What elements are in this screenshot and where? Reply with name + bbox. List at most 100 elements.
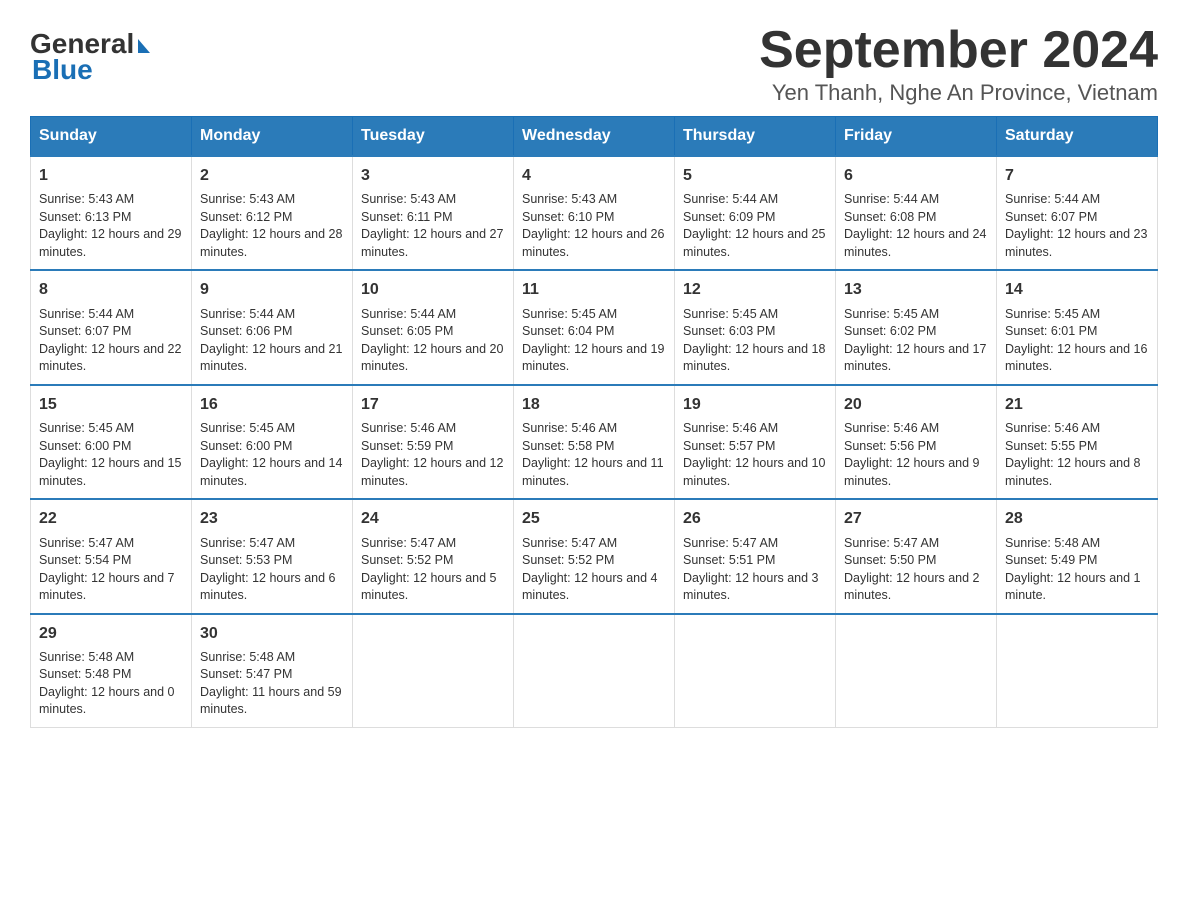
day-info: Sunrise: 5:44 AMSunset: 6:09 PMDaylight:…: [683, 191, 827, 261]
day-number: 16: [200, 394, 344, 416]
calendar-cell: 17Sunrise: 5:46 AMSunset: 5:59 PMDayligh…: [353, 385, 514, 499]
day-info: Sunrise: 5:47 AMSunset: 5:50 PMDaylight:…: [844, 535, 988, 605]
day-number: 23: [200, 508, 344, 530]
day-number: 14: [1005, 279, 1149, 301]
day-number: 12: [683, 279, 827, 301]
day-info: Sunrise: 5:44 AMSunset: 6:08 PMDaylight:…: [844, 191, 988, 261]
day-info: Sunrise: 5:44 AMSunset: 6:07 PMDaylight:…: [39, 306, 183, 376]
week-row-1: 1 Sunrise: 5:43 AMSunset: 6:13 PMDaylight…: [31, 156, 1158, 270]
day-info: Sunrise: 5:45 AMSunset: 6:04 PMDaylight:…: [522, 306, 666, 376]
day-info: Sunrise: 5:44 AMSunset: 6:05 PMDaylight:…: [361, 306, 505, 376]
day-number: 1: [39, 165, 183, 187]
calendar-cell: 9 Sunrise: 5:44 AMSunset: 6:06 PMDaylight…: [192, 270, 353, 384]
day-info: Sunrise: 5:46 AMSunset: 5:55 PMDaylight:…: [1005, 420, 1149, 490]
day-number: 15: [39, 394, 183, 416]
day-number: 27: [844, 508, 988, 530]
day-info: Sunrise: 5:45 AMSunset: 6:02 PMDaylight:…: [844, 306, 988, 376]
day-info: Sunrise: 5:44 AMSunset: 6:06 PMDaylight:…: [200, 306, 344, 376]
day-header-tuesday: Tuesday: [353, 117, 514, 157]
calendar-cell: 24 Sunrise: 5:47 AMSunset: 5:52 PMDayligh…: [353, 499, 514, 613]
day-info: Sunrise: 5:45 AMSunset: 6:03 PMDaylight:…: [683, 306, 827, 376]
day-info: Sunrise: 5:47 AMSunset: 5:51 PMDaylight:…: [683, 535, 827, 605]
calendar-cell: 18 Sunrise: 5:46 AMSunset: 5:58 PMDayligh…: [514, 385, 675, 499]
day-number: 6: [844, 165, 988, 187]
logo-blue-text: Blue: [30, 54, 93, 86]
calendar-cell: 7Sunrise: 5:44 AMSunset: 6:07 PMDaylight…: [997, 156, 1158, 270]
calendar-cell: 13 Sunrise: 5:45 AMSunset: 6:02 PMDayligh…: [836, 270, 997, 384]
title-area: September 2024 Yen Thanh, Nghe An Provin…: [759, 20, 1158, 106]
day-info: Sunrise: 5:46 AMSunset: 5:58 PMDaylight:…: [522, 420, 666, 490]
calendar-cell: 20Sunrise: 5:46 AMSunset: 5:56 PMDayligh…: [836, 385, 997, 499]
logo-arrow-icon: [138, 39, 150, 53]
calendar-cell: 26 Sunrise: 5:47 AMSunset: 5:51 PMDayligh…: [675, 499, 836, 613]
header: General Blue September 2024 Yen Thanh, N…: [30, 20, 1158, 106]
calendar-cell: 30 Sunrise: 5:48 AMSunset: 5:47 PMDayligh…: [192, 614, 353, 728]
calendar-cell: [836, 614, 997, 728]
calendar-subtitle: Yen Thanh, Nghe An Province, Vietnam: [759, 80, 1158, 106]
day-info: Sunrise: 5:44 AMSunset: 6:07 PMDaylight:…: [1005, 191, 1149, 261]
calendar-cell: 16Sunrise: 5:45 AMSunset: 6:00 PMDayligh…: [192, 385, 353, 499]
day-info: Sunrise: 5:43 AMSunset: 6:10 PMDaylight:…: [522, 191, 666, 261]
calendar-cell: 2 Sunrise: 5:43 AMSunset: 6:12 PMDaylight…: [192, 156, 353, 270]
calendar-header-row: SundayMondayTuesdayWednesdayThursdayFrid…: [31, 117, 1158, 157]
calendar-cell: 6 Sunrise: 5:44 AMSunset: 6:08 PMDaylight…: [836, 156, 997, 270]
calendar-cell: 29 Sunrise: 5:48 AMSunset: 5:48 PMDayligh…: [31, 614, 192, 728]
day-number: 4: [522, 165, 666, 187]
day-header-saturday: Saturday: [997, 117, 1158, 157]
day-header-friday: Friday: [836, 117, 997, 157]
day-number: 22: [39, 508, 183, 530]
calendar-cell: [675, 614, 836, 728]
day-info: Sunrise: 5:47 AMSunset: 5:54 PMDaylight:…: [39, 535, 183, 605]
calendar-cell: 10 Sunrise: 5:44 AMSunset: 6:05 PMDayligh…: [353, 270, 514, 384]
day-number: 21: [1005, 394, 1149, 416]
calendar-cell: 22 Sunrise: 5:47 AMSunset: 5:54 PMDayligh…: [31, 499, 192, 613]
day-info: Sunrise: 5:48 AMSunset: 5:48 PMDaylight:…: [39, 649, 183, 719]
week-row-5: 29 Sunrise: 5:48 AMSunset: 5:48 PMDayligh…: [31, 614, 1158, 728]
calendar-cell: 25Sunrise: 5:47 AMSunset: 5:52 PMDayligh…: [514, 499, 675, 613]
day-number: 9: [200, 279, 344, 301]
calendar-cell: [997, 614, 1158, 728]
day-number: 3: [361, 165, 505, 187]
day-info: Sunrise: 5:43 AMSunset: 6:13 PMDaylight:…: [39, 191, 183, 261]
day-header-monday: Monday: [192, 117, 353, 157]
calendar-cell: 14 Sunrise: 5:45 AMSunset: 6:01 PMDayligh…: [997, 270, 1158, 384]
calendar-cell: [353, 614, 514, 728]
week-row-3: 15 Sunrise: 5:45 AMSunset: 6:00 PMDayligh…: [31, 385, 1158, 499]
day-number: 25: [522, 508, 666, 530]
calendar-cell: 1 Sunrise: 5:43 AMSunset: 6:13 PMDaylight…: [31, 156, 192, 270]
day-number: 28: [1005, 508, 1149, 530]
calendar-title: September 2024: [759, 20, 1158, 80]
calendar-cell: 23Sunrise: 5:47 AMSunset: 5:53 PMDayligh…: [192, 499, 353, 613]
week-row-4: 22 Sunrise: 5:47 AMSunset: 5:54 PMDayligh…: [31, 499, 1158, 613]
day-number: 11: [522, 279, 666, 301]
calendar-cell: 8 Sunrise: 5:44 AMSunset: 6:07 PMDaylight…: [31, 270, 192, 384]
calendar-cell: 19 Sunrise: 5:46 AMSunset: 5:57 PMDayligh…: [675, 385, 836, 499]
day-number: 13: [844, 279, 988, 301]
calendar-cell: 28 Sunrise: 5:48 AMSunset: 5:49 PMDayligh…: [997, 499, 1158, 613]
calendar-cell: 5Sunrise: 5:44 AMSunset: 6:09 PMDaylight…: [675, 156, 836, 270]
day-number: 30: [200, 623, 344, 645]
day-number: 24: [361, 508, 505, 530]
day-info: Sunrise: 5:45 AMSunset: 6:01 PMDaylight:…: [1005, 306, 1149, 376]
day-number: 8: [39, 279, 183, 301]
day-info: Sunrise: 5:48 AMSunset: 5:47 PMDaylight:…: [200, 649, 344, 719]
calendar-cell: 27 Sunrise: 5:47 AMSunset: 5:50 PMDayligh…: [836, 499, 997, 613]
day-info: Sunrise: 5:45 AMSunset: 6:00 PMDaylight:…: [39, 420, 183, 490]
calendar-cell: [514, 614, 675, 728]
calendar-cell: 11 Sunrise: 5:45 AMSunset: 6:04 PMDayligh…: [514, 270, 675, 384]
day-number: 26: [683, 508, 827, 530]
day-info: Sunrise: 5:46 AMSunset: 5:59 PMDaylight:…: [361, 420, 505, 490]
calendar-cell: 21 Sunrise: 5:46 AMSunset: 5:55 PMDayligh…: [997, 385, 1158, 499]
day-number: 10: [361, 279, 505, 301]
day-info: Sunrise: 5:43 AMSunset: 6:12 PMDaylight:…: [200, 191, 344, 261]
day-info: Sunrise: 5:43 AMSunset: 6:11 PMDaylight:…: [361, 191, 505, 261]
day-number: 19: [683, 394, 827, 416]
day-info: Sunrise: 5:48 AMSunset: 5:49 PMDaylight:…: [1005, 535, 1149, 605]
day-number: 2: [200, 165, 344, 187]
day-info: Sunrise: 5:47 AMSunset: 5:52 PMDaylight:…: [361, 535, 505, 605]
day-number: 18: [522, 394, 666, 416]
day-number: 29: [39, 623, 183, 645]
logo: General Blue: [30, 30, 150, 86]
day-header-sunday: Sunday: [31, 117, 192, 157]
day-info: Sunrise: 5:46 AMSunset: 5:57 PMDaylight:…: [683, 420, 827, 490]
